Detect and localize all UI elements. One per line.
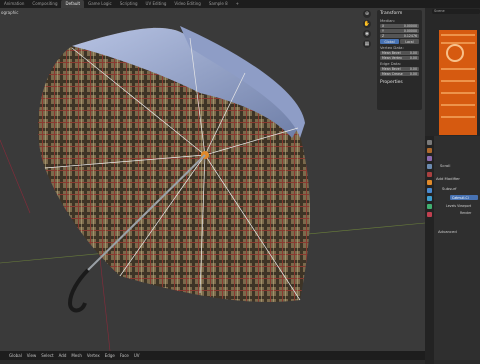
global-button[interactable]: Global [380,39,399,44]
view-label: ographic [1,10,19,15]
physics-icon[interactable] [427,204,432,209]
properties-header[interactable]: Properties [377,79,422,86]
menu-item[interactable]: Mesh [71,353,82,358]
workspace-tab[interactable]: Sample 8 [205,0,232,8]
camera-icon[interactable]: ◉ [363,30,371,38]
object-name: Scroll [440,163,451,168]
workspace-tab[interactable]: Default [61,0,85,8]
navigation-gizmo: ⊕ ✋ ◉ ▦ [363,10,373,48]
workspace-tab[interactable]: Video Editing [170,0,204,8]
catmull-clark-button[interactable]: Catmull-Cl [450,195,478,200]
mean-vertex-field[interactable]: Mean Vertex 0.00 [380,56,419,60]
edge-data-label: Edge Data: [380,61,402,66]
menu-item[interactable]: Edge [105,353,115,358]
local-button[interactable]: Local [400,39,419,44]
modifier-name[interactable]: Subsurf [442,186,457,191]
menu-item[interactable]: UV [134,353,140,358]
workspace-tab[interactable]: Animation [0,0,28,8]
output-icon[interactable] [427,156,432,161]
menu-item[interactable]: View [27,353,37,358]
3d-viewport[interactable]: ographic ⊕ ✋ ◉ ▦ Transform Median: X 0.00… [0,8,425,351]
workspace-tab[interactable]: Compositing [28,0,61,8]
y-axis-line-lower [99,257,111,351]
axis-field-y[interactable]: Y 0.00000 [380,29,419,33]
outliner-preview[interactable]: Scene [425,8,480,136]
uv-image-preview [439,30,477,135]
workspace-tab[interactable]: + [232,0,243,8]
workspace-tab[interactable]: Game Logic [84,0,116,8]
umbrella-scene [0,26,425,351]
workspace-tab[interactable]: UV Editing [142,0,171,8]
particles-icon[interactable] [427,196,432,201]
axis-field-z[interactable]: Z 0.12476 [380,34,419,38]
properties-content: Scroll Add Modifier Subsurf Catmull-Cl L… [434,136,480,360]
properties-editor: Scroll Add Modifier Subsurf Catmull-Cl L… [425,136,480,364]
orientation-dropdown[interactable]: Global [9,353,22,358]
zoom-icon[interactable]: ⊕ [363,10,371,18]
mean-crease-field[interactable]: Mean Crease 0.00 [380,72,419,76]
grid-icon[interactable]: ▦ [363,40,371,48]
render-label: Render [460,211,472,215]
modifier-icon[interactable] [427,188,432,193]
mean-bevel-weight-field[interactable]: Mean Bevel 0.00 [380,51,419,55]
sidebar-transform-panel: Transform Median: X 0.00000 Y 0.00000 Z 0.124… [377,10,422,110]
tool-icon[interactable] [427,140,432,145]
menu-item[interactable]: Face [120,353,129,358]
object-icon[interactable] [427,180,432,185]
viewport-header-bottom: Global View Select Add Mesh Vertex Edge Face UV [0,351,428,360]
menu-item[interactable]: Add [59,353,67,358]
workspace-tab[interactable]: Scripting [116,0,142,8]
world-icon[interactable] [427,172,432,177]
axis-field-x[interactable]: X 0.00000 [380,24,419,28]
menu-item[interactable]: Select [41,353,53,358]
transform-header[interactable]: Transform [377,10,422,17]
properties-tabs [425,136,434,364]
menu-item[interactable]: Vertex [87,353,100,358]
mean-bevel-edge-field[interactable]: Mean Bevel 0.00 [380,67,419,71]
scene-icon[interactable] [427,164,432,169]
add-modifier-button[interactable]: Add Modifier [436,176,460,181]
workspace-tab-bar: Animation Compositing Default Game Logic Scr… [0,0,480,8]
y-axis-line [0,139,31,214]
right-editors: Scene Scroll Add Modifier Subsurf Catmul… [425,8,480,364]
hand-icon[interactable]: ✋ [363,20,371,28]
render-icon[interactable] [427,148,432,153]
material-icon[interactable] [427,212,432,217]
advanced-section[interactable]: Advanced [438,229,457,234]
median-label: Median: [380,18,396,23]
levels-viewport-label: Levels Viewport [446,204,472,208]
vertex-data-label: Vertex Data: [380,45,404,50]
umbrella-handle [67,268,90,313]
